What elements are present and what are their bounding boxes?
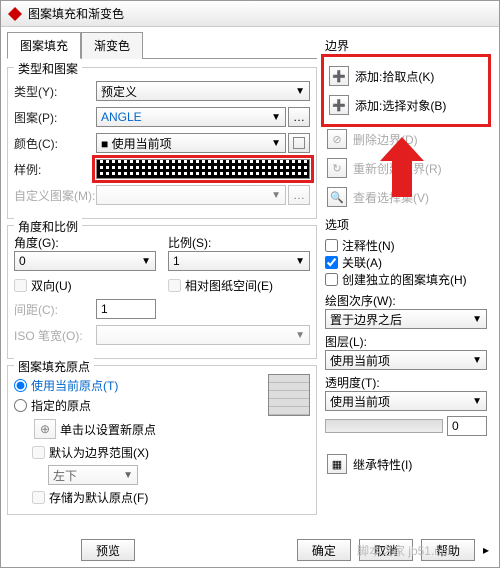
spacing-input[interactable] — [96, 299, 156, 319]
annotative-checkbox[interactable] — [325, 239, 338, 252]
chevron-down-icon: ▼ — [271, 138, 281, 149]
recreate-icon: ↻ — [327, 158, 347, 178]
transparency-input[interactable] — [447, 416, 487, 436]
iso-select: ▼ — [96, 325, 310, 345]
help-button[interactable]: 帮助 — [421, 539, 475, 561]
expand-icon[interactable]: ▸ — [483, 543, 489, 557]
group-type-pattern: 类型和图案 类型(Y):预定义▼ 图案(P):ANGLE▼… 颜色(C):■ 使… — [7, 67, 317, 219]
custom-pattern-select: ▼ — [96, 185, 286, 205]
inherit-icon: ▦ — [327, 454, 347, 474]
default-bound-checkbox — [32, 446, 45, 459]
assoc-checkbox[interactable] — [325, 256, 338, 269]
tab-hatch[interactable]: 图案填充 — [7, 32, 81, 59]
double-checkbox — [14, 279, 27, 292]
view-selection-button: 🔍查看选择集(V) — [325, 184, 487, 210]
cancel-button[interactable]: 取消 — [359, 539, 413, 561]
pattern-select[interactable]: ANGLE▼ — [96, 107, 286, 127]
layer-select[interactable]: 使用当前项▼ — [325, 350, 487, 370]
chevron-down-icon: ▼ — [271, 112, 281, 123]
origin-preview — [268, 374, 310, 416]
custom-browse-button: … — [288, 185, 310, 205]
options-title: 选项 — [325, 216, 487, 233]
plus-icon: ➕ — [329, 66, 349, 86]
paper-checkbox — [168, 279, 181, 292]
draw-order-select[interactable]: 置于边界之后▼ — [325, 309, 487, 329]
remove-icon: ⊘ — [327, 129, 347, 149]
type-select[interactable]: 预定义▼ — [96, 81, 310, 101]
color-swatch-button[interactable] — [288, 133, 310, 153]
color-select[interactable]: ■ 使用当前项▼ — [96, 133, 286, 153]
scale-select[interactable]: 1▼ — [168, 251, 310, 271]
app-icon — [7, 6, 23, 22]
recreate-boundary-button: ↻重新创建边界(R) — [325, 155, 487, 181]
independent-checkbox[interactable] — [325, 273, 338, 286]
set-origin-button: ⊕ — [34, 419, 56, 439]
pattern-browse-button[interactable]: … — [288, 107, 310, 127]
add-select-objects-button[interactable]: ➕添加:选择对象(B) — [327, 92, 485, 118]
transparency-select[interactable]: 使用当前项▼ — [325, 391, 487, 411]
remove-boundary-button: ⊘删除边界(D) — [325, 126, 487, 152]
ok-button[interactable]: 确定 — [297, 539, 351, 561]
window-title: 图案填充和渐变色 — [28, 5, 124, 22]
inherit-props-button[interactable]: ▦继承特性(I) — [325, 451, 487, 477]
angle-select[interactable]: 0▼ — [14, 251, 156, 271]
view-icon: 🔍 — [327, 187, 347, 207]
transparency-slider[interactable] — [325, 419, 443, 433]
chevron-down-icon: ▼ — [295, 86, 305, 97]
tab-gradient[interactable]: 渐变色 — [81, 32, 143, 59]
store-default-checkbox — [32, 491, 45, 504]
specified-origin-radio[interactable] — [14, 399, 27, 412]
tabs: 图案填充 渐变色 — [7, 31, 317, 59]
preview-button[interactable]: 预览 — [81, 539, 135, 561]
group-origin: 图案填充原点 使用当前原点(T) 指定的原点 ⊕单击以设置新原点 默认为边界范围… — [7, 365, 317, 515]
group-angle-scale: 角度和比例 角度(G):0▼ 比例(S):1▼ 双向(U) 相对图纸空间(E) … — [7, 225, 317, 359]
origin-pos-select: 左下▼ — [48, 465, 138, 485]
titlebar: 图案填充和渐变色 — [1, 1, 499, 27]
boundary-title: 边界 — [325, 37, 487, 54]
plus-icon: ➕ — [329, 95, 349, 115]
add-pick-points-button[interactable]: ➕添加:拾取点(K) — [327, 63, 485, 89]
use-current-origin-radio[interactable] — [14, 379, 27, 392]
sample-swatch[interactable] — [96, 159, 310, 179]
